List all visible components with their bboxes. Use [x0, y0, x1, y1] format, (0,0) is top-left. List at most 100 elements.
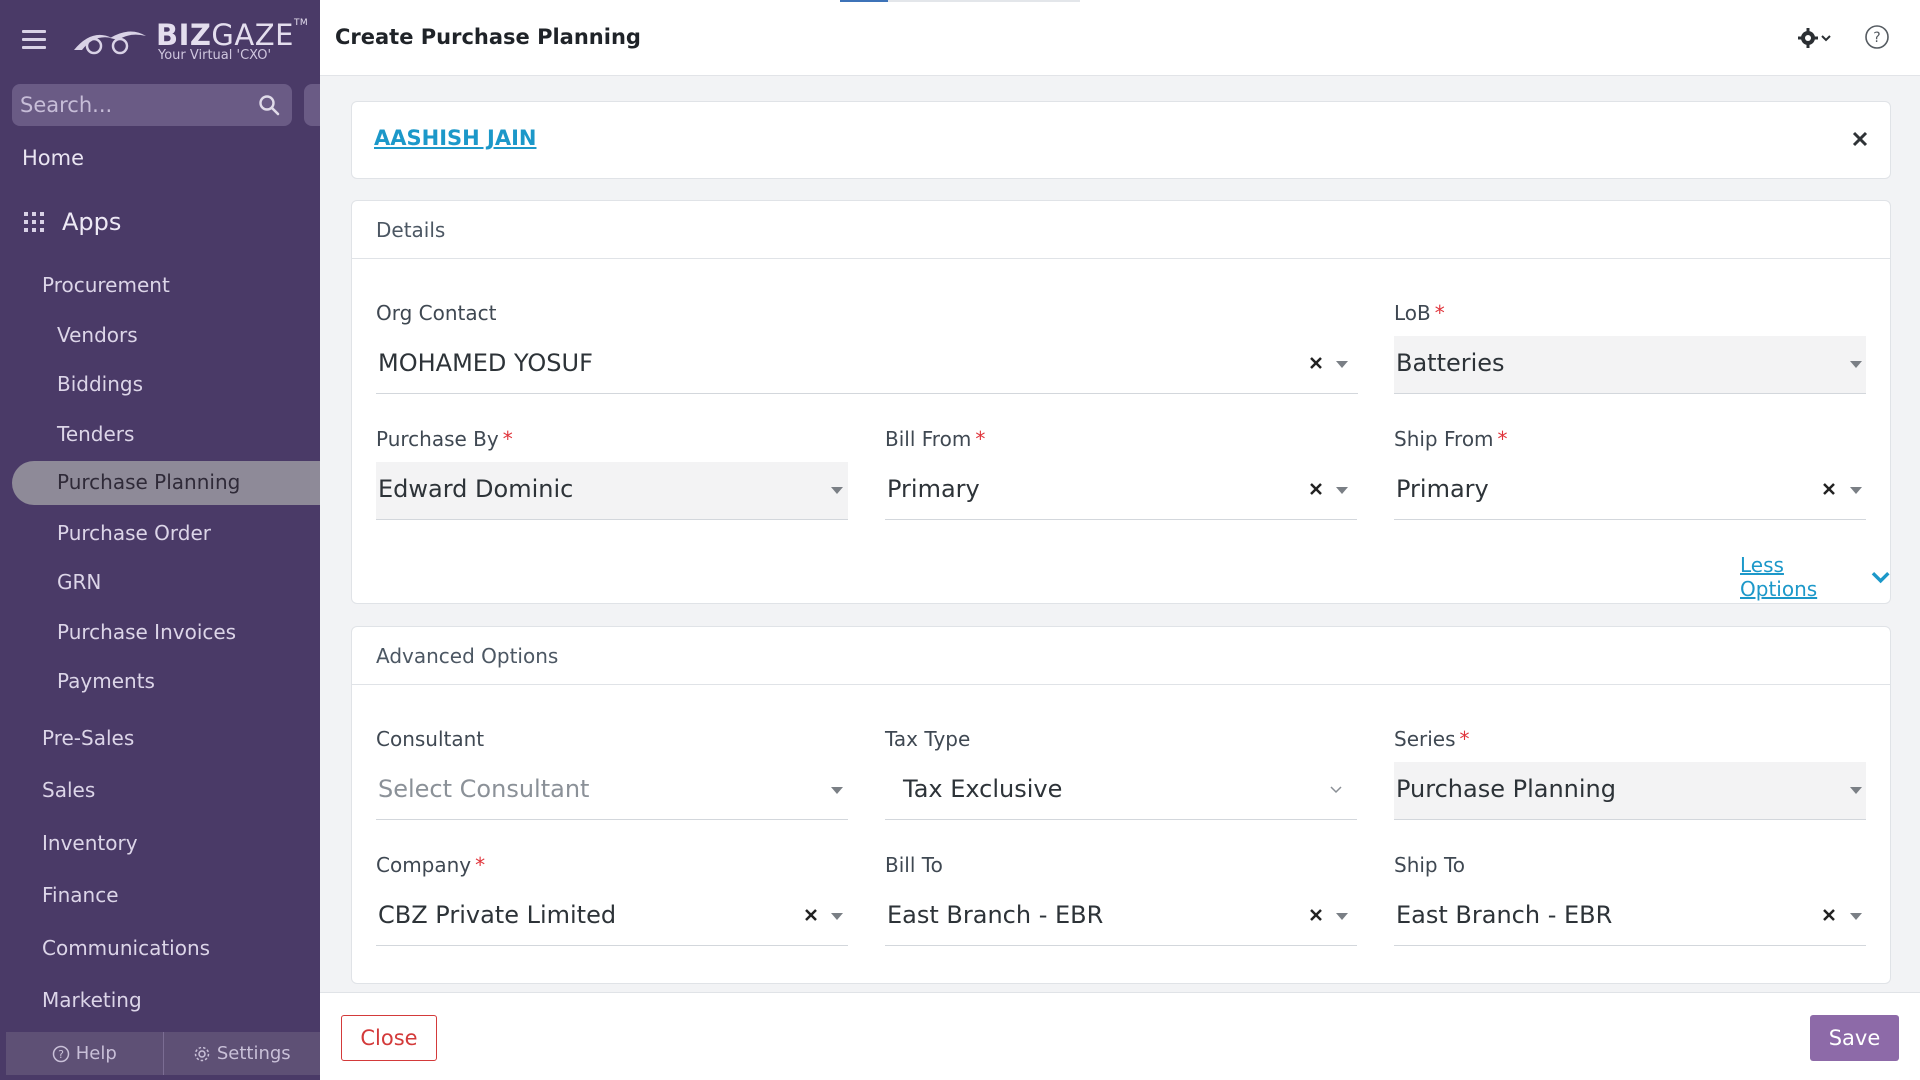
- details-header: Details: [352, 201, 1890, 259]
- purchase-by-value: Edward Dominic: [378, 475, 574, 503]
- lob-value: Batteries: [1396, 349, 1505, 377]
- series-label-text: Series: [1394, 727, 1456, 751]
- chevron-down-icon[interactable]: [1850, 913, 1862, 921]
- less-options-link[interactable]: Less Options: [1740, 553, 1890, 601]
- gear-dropdown-icon[interactable]: [1798, 26, 1832, 50]
- company-label: Company *: [376, 853, 485, 877]
- chevron-down-icon[interactable]: [831, 913, 843, 921]
- consultant-placeholder: Select Consultant: [378, 775, 590, 803]
- bill-from-select[interactable]: Primary: [885, 462, 1357, 520]
- ship-from-label: Ship From *: [1394, 427, 1508, 451]
- tax-type-value: Tax Exclusive: [903, 775, 1063, 803]
- clear-icon[interactable]: [1309, 356, 1323, 370]
- lob-select[interactable]: Batteries: [1394, 336, 1866, 394]
- nav-pre-sales[interactable]: Pre-Sales: [42, 726, 134, 750]
- nav-tenders[interactable]: Tenders: [57, 422, 134, 446]
- required-mark: *: [1434, 301, 1445, 325]
- logo-text: BIZGAZETM: [156, 18, 309, 52]
- clear-icon[interactable]: [804, 908, 818, 922]
- apps-grid-icon: [24, 212, 44, 232]
- close-button[interactable]: Close: [341, 1015, 437, 1061]
- logo-tagline: Your Virtual 'CXO': [158, 48, 272, 63]
- nav-payments[interactable]: Payments: [57, 669, 155, 693]
- consultant-label: Consultant: [376, 727, 485, 751]
- nav-apps-label: Apps: [62, 208, 122, 236]
- nav-purchase-order[interactable]: Purchase Order: [57, 521, 211, 545]
- clear-icon[interactable]: [1309, 482, 1323, 496]
- nav-home[interactable]: Home: [22, 146, 84, 170]
- chevron-down-icon[interactable]: [1336, 487, 1348, 495]
- company-label-text: Company: [376, 853, 472, 877]
- ship-from-select[interactable]: Primary: [1394, 462, 1866, 520]
- lob-label: LoB *: [1394, 301, 1445, 325]
- settings-gear-icon: [194, 1046, 210, 1061]
- nav-purchase-invoices[interactable]: Purchase Invoices: [57, 620, 236, 644]
- clear-icon[interactable]: [1309, 908, 1323, 922]
- chevron-down-icon[interactable]: [1850, 487, 1862, 495]
- nav-biddings[interactable]: Biddings: [57, 372, 143, 396]
- close-icon[interactable]: [1851, 130, 1869, 148]
- contact-name-link[interactable]: AASHISH JAIN: [374, 126, 536, 150]
- logo-eyes-icon: [74, 31, 146, 55]
- advanced-options-heading: Advanced Options: [376, 644, 559, 668]
- chevron-down-icon[interactable]: [1336, 361, 1348, 369]
- chevron-down-icon[interactable]: [831, 487, 843, 495]
- org-contact-select[interactable]: MOHAMED YOSUF: [376, 336, 1358, 394]
- consultant-select[interactable]: Select Consultant: [376, 762, 848, 820]
- details-heading: Details: [376, 218, 446, 242]
- required-mark: *: [1459, 727, 1470, 751]
- ship-to-label: Ship To: [1394, 853, 1466, 877]
- brand-logo[interactable]: BIZGAZETM Your Virtual 'CXO': [72, 16, 308, 68]
- settings-link[interactable]: Settings: [164, 1032, 321, 1075]
- help-icon[interactable]: ?: [1864, 24, 1890, 50]
- nav-purchase-planning[interactable]: Purchase Planning: [57, 470, 240, 494]
- details-card: Details Org Contact MOHAMED YOSUF LoB * B…: [351, 200, 1891, 604]
- required-mark: *: [1497, 427, 1508, 451]
- chevron-down-icon[interactable]: [831, 787, 843, 795]
- search-icon[interactable]: [258, 94, 280, 116]
- advanced-options-header: Advanced Options: [352, 627, 1890, 685]
- lob-label-text: LoB: [1394, 301, 1431, 325]
- settings-label: Settings: [216, 1043, 291, 1064]
- search-input[interactable]: [20, 90, 250, 120]
- nav-finance[interactable]: Finance: [42, 883, 119, 907]
- nav-inventory[interactable]: Inventory: [42, 831, 138, 855]
- save-button[interactable]: Save: [1810, 1015, 1899, 1061]
- nav-vendors[interactable]: Vendors: [57, 323, 138, 347]
- chevron-down-icon[interactable]: [1850, 361, 1862, 369]
- org-contact-value: MOHAMED YOSUF: [378, 349, 593, 377]
- menu-icon[interactable]: [22, 30, 46, 50]
- clear-icon[interactable]: [1822, 908, 1836, 922]
- loading-indicator: [840, 0, 1080, 2]
- help-link[interactable]: ? Help: [6, 1032, 164, 1075]
- nav-communications[interactable]: Communications: [42, 936, 210, 960]
- org-contact-label: Org Contact: [376, 301, 497, 325]
- sidebar: BIZGAZETM Your Virtual 'CXO' Home Apps P…: [0, 0, 320, 1080]
- tax-type-select[interactable]: Tax Exclusive: [885, 762, 1357, 820]
- required-mark: *: [475, 853, 486, 877]
- search-box: [12, 84, 292, 126]
- nav-procurement[interactable]: Procurement: [42, 273, 170, 297]
- nav-grn[interactable]: GRN: [57, 570, 101, 594]
- sidebar-footer: ? Help Settings: [6, 1032, 320, 1075]
- main-panel: Create Purchase Planning ? AASHISH JAIN …: [320, 0, 1920, 1080]
- chevron-down-icon[interactable]: [1850, 787, 1862, 795]
- page-title: Create Purchase Planning: [335, 25, 641, 49]
- nav-sales[interactable]: Sales: [42, 778, 95, 802]
- series-select[interactable]: Purchase Planning: [1394, 762, 1866, 820]
- nav-marketing[interactable]: Marketing: [42, 988, 142, 1012]
- nav-apps[interactable]: Apps: [24, 208, 121, 236]
- bill-from-label: Bill From *: [885, 427, 985, 451]
- purchase-by-select[interactable]: Edward Dominic: [376, 462, 848, 520]
- header-bar: Create Purchase Planning ?: [320, 0, 1920, 76]
- ship-to-select[interactable]: East Branch - EBR: [1394, 888, 1866, 946]
- chevron-down-icon[interactable]: [1336, 913, 1348, 921]
- company-select[interactable]: CBZ Private Limited: [376, 888, 848, 946]
- bill-from-value: Primary: [887, 475, 980, 503]
- bill-from-label-text: Bill From: [885, 427, 972, 451]
- search-extension: [304, 84, 320, 126]
- clear-icon[interactable]: [1822, 482, 1836, 496]
- bill-to-select[interactable]: East Branch - EBR: [885, 888, 1357, 946]
- chevron-down-icon[interactable]: [1330, 786, 1342, 794]
- series-label: Series *: [1394, 727, 1470, 751]
